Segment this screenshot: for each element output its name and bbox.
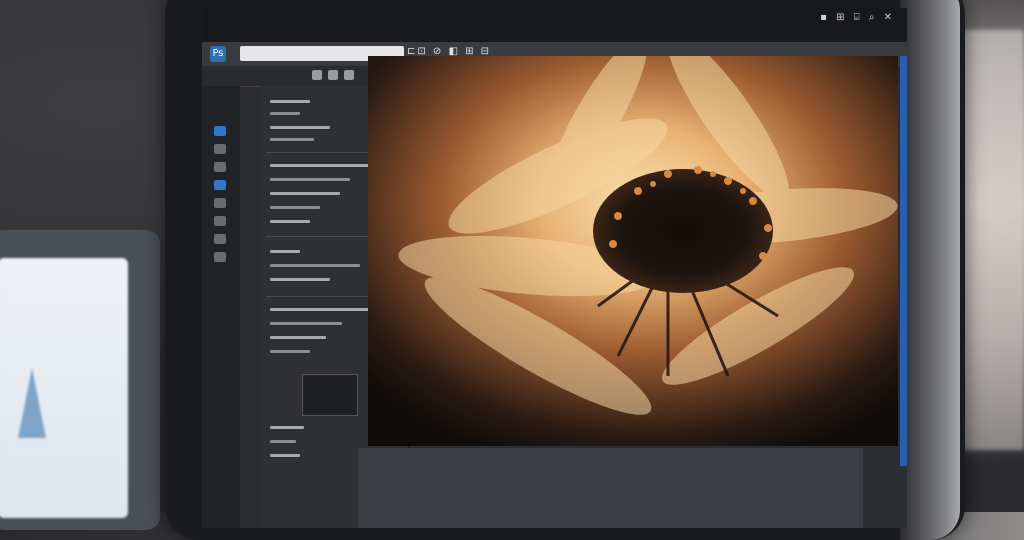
tool-gradient-icon[interactable] [214, 234, 226, 244]
panel-row[interactable] [270, 138, 314, 141]
panel-row[interactable] [270, 278, 330, 281]
tool-brush-icon[interactable] [214, 180, 226, 190]
layer-thumbnail[interactable] [302, 374, 358, 416]
monitor-edge [900, 0, 960, 540]
title-bar: ▪ ⊞ ⌸ ⌕ ✕ [202, 8, 907, 42]
editor-window: ▪ ⊞ ⌸ ⌕ ✕ Ps ⊏⊡ ⊘ ◧ ⊞ ⊟ [202, 8, 907, 528]
window-controls[interactable]: ▪ ⊞ ⌸ ⌕ ✕ [820, 12, 895, 23]
canvas-scrollbar[interactable] [900, 56, 907, 466]
panel-row[interactable] [270, 112, 300, 115]
panel-row[interactable] [270, 264, 360, 267]
select-icon[interactable] [328, 70, 338, 80]
panel-row[interactable] [270, 164, 380, 167]
tool-stamp-icon[interactable] [214, 198, 226, 208]
panel-row[interactable] [270, 250, 300, 253]
panel-row[interactable] [270, 206, 320, 209]
panel-row[interactable] [270, 440, 296, 443]
flower-center [593, 169, 773, 293]
panel-row[interactable] [270, 454, 300, 457]
tool-text-icon[interactable] [214, 252, 226, 262]
panel-row[interactable] [270, 336, 326, 339]
tool-strip [202, 86, 240, 528]
move-icon[interactable] [312, 70, 322, 80]
panel-row[interactable] [270, 100, 310, 103]
panel-row[interactable] [270, 220, 310, 223]
canvas-footer-area [358, 448, 863, 528]
tool-lasso-icon[interactable] [214, 162, 226, 172]
flower-photo [368, 56, 898, 446]
tool-eraser-icon[interactable] [214, 216, 226, 226]
panel-row[interactable] [270, 178, 350, 181]
panel-row[interactable] [270, 426, 304, 429]
panel-row[interactable] [270, 126, 330, 129]
panel-row[interactable] [270, 322, 342, 325]
app-icon[interactable]: Ps [210, 46, 226, 62]
panel-row[interactable] [270, 308, 370, 311]
lasso-icon[interactable] [344, 70, 354, 80]
panel-row[interactable] [270, 350, 310, 353]
laptop-screen-figure [18, 368, 46, 438]
tool-marquee-icon[interactable] [214, 144, 226, 154]
panel-row[interactable] [270, 192, 340, 195]
tool-move-icon[interactable] [214, 126, 226, 136]
background-laptop [0, 230, 160, 530]
image-canvas[interactable] [368, 56, 898, 446]
laptop-screen [0, 258, 128, 518]
